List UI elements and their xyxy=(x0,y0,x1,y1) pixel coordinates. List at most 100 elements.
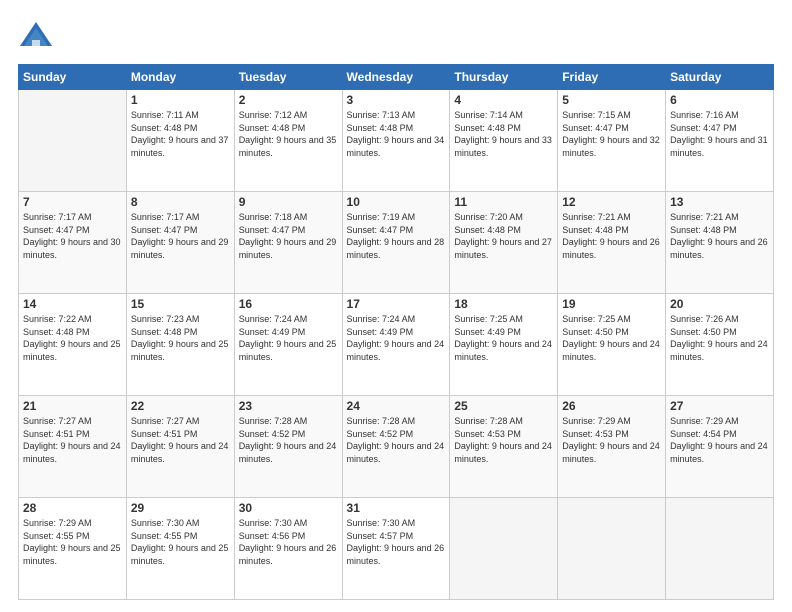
logo-icon xyxy=(18,18,54,54)
calendar-cell: 16 Sunrise: 7:24 AMSunset: 4:49 PMDayligh… xyxy=(234,294,342,396)
cell-info: Sunrise: 7:27 AMSunset: 4:51 PMDaylight:… xyxy=(131,415,230,465)
cell-info: Sunrise: 7:30 AMSunset: 4:57 PMDaylight:… xyxy=(347,517,446,567)
weekday-header-tuesday: Tuesday xyxy=(234,65,342,90)
weekday-header-friday: Friday xyxy=(558,65,666,90)
weekday-header-monday: Monday xyxy=(126,65,234,90)
cell-info: Sunrise: 7:25 AMSunset: 4:50 PMDaylight:… xyxy=(562,313,661,363)
page: SundayMondayTuesdayWednesdayThursdayFrid… xyxy=(0,0,792,612)
calendar-cell: 8Sunrise: 7:17 AMSunset: 4:47 PMDaylight… xyxy=(126,192,234,294)
calendar-cell: 30 Sunrise: 7:30 AMSunset: 4:56 PMDayligh… xyxy=(234,498,342,600)
logo xyxy=(18,18,58,54)
day-number: 7 xyxy=(23,195,122,209)
cell-info: Sunrise: 7:29 AMSunset: 4:54 PMDaylight:… xyxy=(670,415,769,465)
cell-info: Sunrise: 7:24 AMSunset: 4:49 PMDaylight:… xyxy=(347,313,446,363)
day-number: 24 xyxy=(347,399,446,413)
day-number: 11 xyxy=(454,195,553,209)
week-row-0: 1Sunrise: 7:11 AMSunset: 4:48 PMDaylight… xyxy=(19,90,774,192)
cell-info: Sunrise: 7:30 AMSunset: 4:56 PMDaylight:… xyxy=(239,517,338,567)
day-number: 2 xyxy=(239,93,338,107)
cell-info: Sunrise: 7:25 AMSunset: 4:49 PMDaylight:… xyxy=(454,313,553,363)
cell-info: Sunrise: 7:29 AMSunset: 4:55 PMDaylight:… xyxy=(23,517,122,567)
cell-info: Sunrise: 7:29 AMSunset: 4:53 PMDaylight:… xyxy=(562,415,661,465)
calendar-cell: 3 Sunrise: 7:13 AMSunset: 4:48 PMDaylight… xyxy=(342,90,450,192)
calendar-cell: 2Sunrise: 7:12 AMSunset: 4:48 PMDaylight… xyxy=(234,90,342,192)
day-number: 16 xyxy=(239,297,338,311)
week-row-3: 21 Sunrise: 7:27 AMSunset: 4:51 PMDayligh… xyxy=(19,396,774,498)
calendar-cell: 12 Sunrise: 7:21 AMSunset: 4:48 PMDayligh… xyxy=(558,192,666,294)
day-number: 13 xyxy=(670,195,769,209)
day-number: 31 xyxy=(347,501,446,515)
calendar-cell: 21 Sunrise: 7:27 AMSunset: 4:51 PMDayligh… xyxy=(19,396,127,498)
calendar-cell: 24 Sunrise: 7:28 AMSunset: 4:52 PMDayligh… xyxy=(342,396,450,498)
cell-info: Sunrise: 7:21 AMSunset: 4:48 PMDaylight:… xyxy=(562,211,661,261)
cell-info: Sunrise: 7:22 AMSunset: 4:48 PMDaylight:… xyxy=(23,313,122,363)
day-number: 22 xyxy=(131,399,230,413)
calendar-cell: 11Sunrise: 7:20 AMSunset: 4:48 PMDayligh… xyxy=(450,192,558,294)
calendar-cell xyxy=(450,498,558,600)
calendar-cell: 10Sunrise: 7:19 AMSunset: 4:47 PMDayligh… xyxy=(342,192,450,294)
day-number: 4 xyxy=(454,93,553,107)
calendar-cell: 7Sunrise: 7:17 AMSunset: 4:47 PMDaylight… xyxy=(19,192,127,294)
calendar-cell: 31 Sunrise: 7:30 AMSunset: 4:57 PMDayligh… xyxy=(342,498,450,600)
week-row-1: 7Sunrise: 7:17 AMSunset: 4:47 PMDaylight… xyxy=(19,192,774,294)
calendar-cell: 15 Sunrise: 7:23 AMSunset: 4:48 PMDayligh… xyxy=(126,294,234,396)
cell-info: Sunrise: 7:28 AMSunset: 4:52 PMDaylight:… xyxy=(239,415,338,465)
day-number: 12 xyxy=(562,195,661,209)
calendar-cell: 4 Sunrise: 7:14 AMSunset: 4:48 PMDaylight… xyxy=(450,90,558,192)
day-number: 27 xyxy=(670,399,769,413)
day-number: 28 xyxy=(23,501,122,515)
day-number: 26 xyxy=(562,399,661,413)
calendar-cell: 26 Sunrise: 7:29 AMSunset: 4:53 PMDayligh… xyxy=(558,396,666,498)
day-number: 29 xyxy=(131,501,230,515)
calendar-cell: 6 Sunrise: 7:16 AMSunset: 4:47 PMDaylight… xyxy=(666,90,774,192)
calendar-cell: 13Sunrise: 7:21 AMSunset: 4:48 PMDayligh… xyxy=(666,192,774,294)
calendar-cell: 5Sunrise: 7:15 AMSunset: 4:47 PMDaylight… xyxy=(558,90,666,192)
day-number: 14 xyxy=(23,297,122,311)
week-row-4: 28 Sunrise: 7:29 AMSunset: 4:55 PMDayligh… xyxy=(19,498,774,600)
day-number: 1 xyxy=(131,93,230,107)
day-number: 6 xyxy=(670,93,769,107)
calendar-cell: 19Sunrise: 7:25 AMSunset: 4:50 PMDayligh… xyxy=(558,294,666,396)
cell-info: Sunrise: 7:26 AMSunset: 4:50 PMDaylight:… xyxy=(670,313,769,363)
cell-info: Sunrise: 7:30 AMSunset: 4:55 PMDaylight:… xyxy=(131,517,230,567)
cell-info: Sunrise: 7:24 AMSunset: 4:49 PMDaylight:… xyxy=(239,313,338,363)
calendar-table: SundayMondayTuesdayWednesdayThursdayFrid… xyxy=(18,64,774,600)
calendar-cell: 1Sunrise: 7:11 AMSunset: 4:48 PMDaylight… xyxy=(126,90,234,192)
weekday-header-saturday: Saturday xyxy=(666,65,774,90)
cell-info: Sunrise: 7:13 AMSunset: 4:48 PMDaylight:… xyxy=(347,109,446,159)
cell-info: Sunrise: 7:28 AMSunset: 4:52 PMDaylight:… xyxy=(347,415,446,465)
day-number: 21 xyxy=(23,399,122,413)
calendar-cell: 17 Sunrise: 7:24 AMSunset: 4:49 PMDayligh… xyxy=(342,294,450,396)
week-row-2: 14 Sunrise: 7:22 AMSunset: 4:48 PMDayligh… xyxy=(19,294,774,396)
day-number: 17 xyxy=(347,297,446,311)
day-number: 10 xyxy=(347,195,446,209)
cell-info: Sunrise: 7:16 AMSunset: 4:47 PMDaylight:… xyxy=(670,109,769,159)
calendar-cell: 14 Sunrise: 7:22 AMSunset: 4:48 PMDayligh… xyxy=(19,294,127,396)
calendar-cell: 29 Sunrise: 7:30 AMSunset: 4:55 PMDayligh… xyxy=(126,498,234,600)
day-number: 20 xyxy=(670,297,769,311)
calendar-cell: 27 Sunrise: 7:29 AMSunset: 4:54 PMDayligh… xyxy=(666,396,774,498)
calendar-cell: 22 Sunrise: 7:27 AMSunset: 4:51 PMDayligh… xyxy=(126,396,234,498)
day-number: 18 xyxy=(454,297,553,311)
weekday-header-sunday: Sunday xyxy=(19,65,127,90)
calendar-cell xyxy=(19,90,127,192)
day-number: 15 xyxy=(131,297,230,311)
cell-info: Sunrise: 7:23 AMSunset: 4:48 PMDaylight:… xyxy=(131,313,230,363)
cell-info: Sunrise: 7:27 AMSunset: 4:51 PMDaylight:… xyxy=(23,415,122,465)
cell-info: Sunrise: 7:18 AMSunset: 4:47 PMDaylight:… xyxy=(239,211,338,261)
day-number: 30 xyxy=(239,501,338,515)
day-number: 8 xyxy=(131,195,230,209)
calendar-cell: 25Sunrise: 7:28 AMSunset: 4:53 PMDayligh… xyxy=(450,396,558,498)
day-number: 3 xyxy=(347,93,446,107)
day-number: 9 xyxy=(239,195,338,209)
cell-info: Sunrise: 7:14 AMSunset: 4:48 PMDaylight:… xyxy=(454,109,553,159)
calendar-cell: 23 Sunrise: 7:28 AMSunset: 4:52 PMDayligh… xyxy=(234,396,342,498)
weekday-header-wednesday: Wednesday xyxy=(342,65,450,90)
calendar-cell: 20 Sunrise: 7:26 AMSunset: 4:50 PMDayligh… xyxy=(666,294,774,396)
cell-info: Sunrise: 7:28 AMSunset: 4:53 PMDaylight:… xyxy=(454,415,553,465)
calendar-cell xyxy=(558,498,666,600)
cell-info: Sunrise: 7:15 AMSunset: 4:47 PMDaylight:… xyxy=(562,109,661,159)
weekday-header-row: SundayMondayTuesdayWednesdayThursdayFrid… xyxy=(19,65,774,90)
header xyxy=(18,18,774,54)
day-number: 23 xyxy=(239,399,338,413)
